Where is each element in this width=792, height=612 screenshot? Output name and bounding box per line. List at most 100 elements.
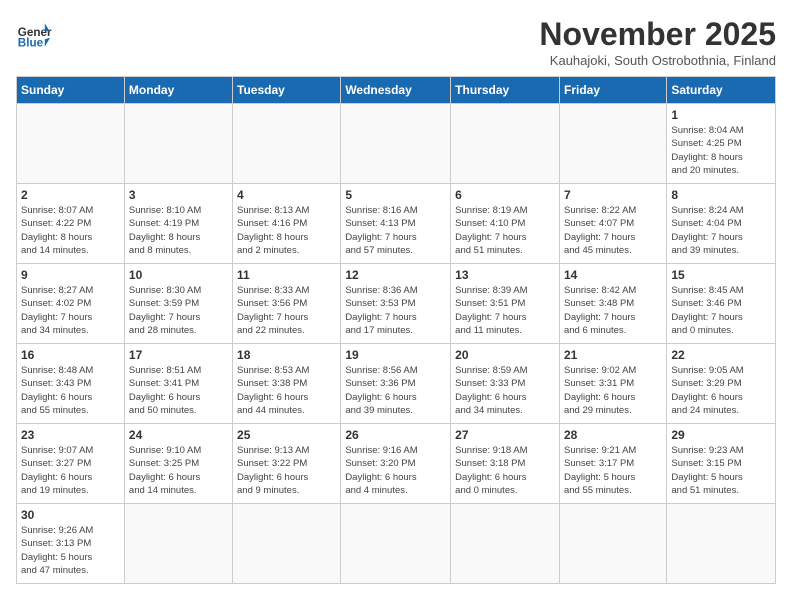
day-number: 6 [455,188,555,202]
day-number: 17 [129,348,228,362]
month-title: November 2025 [539,16,776,53]
calendar-cell [233,104,341,184]
day-number: 29 [671,428,771,442]
day-info: Sunrise: 9:10 AM Sunset: 3:25 PM Dayligh… [129,444,228,497]
day-info: Sunrise: 8:42 AM Sunset: 3:48 PM Dayligh… [564,284,662,337]
day-info: Sunrise: 8:13 AM Sunset: 4:16 PM Dayligh… [237,204,336,257]
calendar-cell [451,504,560,584]
calendar-cell: 26Sunrise: 9:16 AM Sunset: 3:20 PM Dayli… [341,424,451,504]
day-number: 2 [21,188,120,202]
day-number: 20 [455,348,555,362]
day-info: Sunrise: 9:16 AM Sunset: 3:20 PM Dayligh… [345,444,446,497]
calendar-cell [559,104,666,184]
day-number: 16 [21,348,120,362]
calendar-cell: 27Sunrise: 9:18 AM Sunset: 3:18 PM Dayli… [451,424,560,504]
day-number: 4 [237,188,336,202]
calendar-cell: 17 Sunrise: 8:51 AM Sunset: 3:41 PM Dayli… [124,344,232,424]
day-number: 19 [345,348,446,362]
day-info: Sunrise: 8:10 AM Sunset: 4:19 PM Dayligh… [129,204,228,257]
day-number: 22 [671,348,771,362]
day-info: Sunrise: 9:13 AM Sunset: 3:22 PM Dayligh… [237,444,336,497]
weekday-header-saturday: Saturday [667,77,776,104]
calendar-cell: 1Sunrise: 8:04 AM Sunset: 4:25 PM Daylig… [667,104,776,184]
day-number: 23 [21,428,120,442]
calendar-cell: 6 Sunrise: 8:19 AM Sunset: 4:10 PM Daylig… [451,184,560,264]
day-info: Sunrise: 8:39 AM Sunset: 3:51 PM Dayligh… [455,284,555,337]
day-info: Sunrise: 8:16 AM Sunset: 4:13 PM Dayligh… [345,204,446,257]
title-area: November 2025 Kauhajoki, South Ostroboth… [539,16,776,68]
day-info: Sunrise: 9:26 AM Sunset: 3:13 PM Dayligh… [21,524,120,577]
logo-icon: General Blue [16,16,52,52]
day-number: 28 [564,428,662,442]
day-info: Sunrise: 8:07 AM Sunset: 4:22 PM Dayligh… [21,204,120,257]
calendar-cell: 3 Sunrise: 8:10 AM Sunset: 4:19 PM Daylig… [124,184,232,264]
day-info: Sunrise: 9:07 AM Sunset: 3:27 PM Dayligh… [21,444,120,497]
calendar-cell [341,504,451,584]
calendar-cell: 23 Sunrise: 9:07 AM Sunset: 3:27 PM Dayli… [17,424,125,504]
calendar-cell: 25 Sunrise: 9:13 AM Sunset: 3:22 PM Dayli… [233,424,341,504]
calendar-cell [124,504,232,584]
calendar-cell: 24Sunrise: 9:10 AM Sunset: 3:25 PM Dayli… [124,424,232,504]
calendar-cell: 2 Sunrise: 8:07 AM Sunset: 4:22 PM Daylig… [17,184,125,264]
day-info: Sunrise: 8:53 AM Sunset: 3:38 PM Dayligh… [237,364,336,417]
calendar-cell: 21 Sunrise: 9:02 AM Sunset: 3:31 PM Dayli… [559,344,666,424]
calendar-cell: 13 Sunrise: 8:39 AM Sunset: 3:51 PM Dayli… [451,264,560,344]
day-info: Sunrise: 8:22 AM Sunset: 4:07 PM Dayligh… [564,204,662,257]
calendar-cell [233,504,341,584]
calendar-cell: 28Sunrise: 9:21 AM Sunset: 3:17 PM Dayli… [559,424,666,504]
day-number: 13 [455,268,555,282]
svg-text:Blue: Blue [18,37,44,50]
calendar-cell: 15 Sunrise: 8:45 AM Sunset: 3:46 PM Dayli… [667,264,776,344]
calendar-cell: 19 Sunrise: 8:56 AM Sunset: 3:36 PM Dayli… [341,344,451,424]
day-number: 5 [345,188,446,202]
calendar-week-row: 1Sunrise: 8:04 AM Sunset: 4:25 PM Daylig… [17,104,776,184]
calendar-cell: 16Sunrise: 8:48 AM Sunset: 3:43 PM Dayli… [17,344,125,424]
calendar-cell [17,104,125,184]
day-info: Sunrise: 8:45 AM Sunset: 3:46 PM Dayligh… [671,284,771,337]
location: Kauhajoki, South Ostrobothnia, Finland [539,53,776,68]
calendar-week-row: 2 Sunrise: 8:07 AM Sunset: 4:22 PM Daylig… [17,184,776,264]
day-number: 14 [564,268,662,282]
calendar-cell: 11 Sunrise: 8:33 AM Sunset: 3:56 PM Dayli… [233,264,341,344]
day-number: 21 [564,348,662,362]
logo: General Blue [16,16,52,52]
day-number: 1 [671,108,771,122]
day-number: 30 [21,508,120,522]
day-number: 12 [345,268,446,282]
weekday-header-sunday: Sunday [17,77,125,104]
day-number: 27 [455,428,555,442]
calendar-table: SundayMondayTuesdayWednesdayThursdayFrid… [16,76,776,584]
day-info: Sunrise: 8:19 AM Sunset: 4:10 PM Dayligh… [455,204,555,257]
day-number: 25 [237,428,336,442]
calendar-week-row: 16Sunrise: 8:48 AM Sunset: 3:43 PM Dayli… [17,344,776,424]
calendar-week-row: 23 Sunrise: 9:07 AM Sunset: 3:27 PM Dayli… [17,424,776,504]
weekday-header-friday: Friday [559,77,666,104]
day-number: 15 [671,268,771,282]
day-number: 11 [237,268,336,282]
weekday-header-thursday: Thursday [451,77,560,104]
calendar-cell [124,104,232,184]
calendar-cell [451,104,560,184]
calendar-cell [341,104,451,184]
calendar-cell: 4 Sunrise: 8:13 AM Sunset: 4:16 PM Daylig… [233,184,341,264]
day-number: 9 [21,268,120,282]
day-info: Sunrise: 8:56 AM Sunset: 3:36 PM Dayligh… [345,364,446,417]
day-info: Sunrise: 9:02 AM Sunset: 3:31 PM Dayligh… [564,364,662,417]
weekday-header-tuesday: Tuesday [233,77,341,104]
calendar-cell: 30 Sunrise: 9:26 AM Sunset: 3:13 PM Dayli… [17,504,125,584]
calendar-cell: 10Sunrise: 8:30 AM Sunset: 3:59 PM Dayli… [124,264,232,344]
calendar-week-row: 9 Sunrise: 8:27 AM Sunset: 4:02 PM Daylig… [17,264,776,344]
calendar-cell: 18 Sunrise: 8:53 AM Sunset: 3:38 PM Dayli… [233,344,341,424]
day-number: 18 [237,348,336,362]
day-number: 10 [129,268,228,282]
day-number: 3 [129,188,228,202]
day-info: Sunrise: 8:33 AM Sunset: 3:56 PM Dayligh… [237,284,336,337]
day-number: 8 [671,188,771,202]
day-info: Sunrise: 8:27 AM Sunset: 4:02 PM Dayligh… [21,284,120,337]
calendar-cell: 14 Sunrise: 8:42 AM Sunset: 3:48 PM Dayli… [559,264,666,344]
day-info: Sunrise: 8:59 AM Sunset: 3:33 PM Dayligh… [455,364,555,417]
calendar-cell: 20 Sunrise: 8:59 AM Sunset: 3:33 PM Dayli… [451,344,560,424]
calendar-cell [667,504,776,584]
weekday-header-monday: Monday [124,77,232,104]
day-info: Sunrise: 8:51 AM Sunset: 3:41 PM Dayligh… [129,364,228,417]
